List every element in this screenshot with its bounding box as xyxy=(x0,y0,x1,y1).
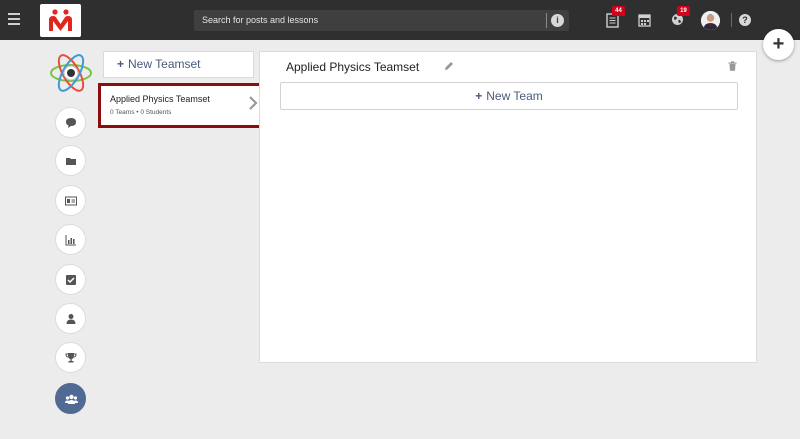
checkbox-icon xyxy=(66,275,76,285)
rail-idcard-button[interactable] xyxy=(55,185,86,216)
group-icon xyxy=(65,394,78,404)
teamset-meta: 0 Teams • 0 Students xyxy=(110,109,172,116)
user-avatar[interactable] xyxy=(701,11,720,30)
rail-achievements-button[interactable] xyxy=(55,342,86,373)
calendar-button[interactable] xyxy=(638,13,652,27)
rail-chart-button[interactable] xyxy=(55,224,86,255)
teamset-detail-panel: Applied Physics Teamset + New Team xyxy=(259,51,757,363)
hamburger-menu-icon[interactable] xyxy=(8,13,20,27)
trash-icon[interactable] xyxy=(728,61,737,71)
chart-icon xyxy=(65,235,76,246)
new-teamset-label: New Teamset xyxy=(128,57,201,71)
rail-groups-button[interactable] xyxy=(55,383,86,414)
topbar-separator xyxy=(731,13,732,27)
search-divider xyxy=(546,13,547,28)
help-icon[interactable]: ? xyxy=(739,14,751,26)
new-team-label: New Team xyxy=(486,89,543,103)
notifications-button[interactable]: 19 xyxy=(671,6,690,27)
search-input[interactable]: Search for posts and lessons xyxy=(202,15,318,25)
id-card-icon xyxy=(65,196,77,206)
posts-badge: 44 xyxy=(612,6,625,16)
rail-people-button[interactable] xyxy=(55,303,86,334)
chevron-right-icon xyxy=(249,96,258,110)
notifications-badge: 19 xyxy=(677,6,690,16)
posts-button[interactable]: 44 xyxy=(606,6,625,28)
top-navigation-bar: Search for posts and lessons i 44 19 ? xyxy=(0,0,800,40)
info-icon[interactable]: i xyxy=(551,14,564,27)
create-button[interactable]: + xyxy=(763,29,794,60)
trophy-icon xyxy=(65,353,77,363)
calendar-icon xyxy=(638,14,651,27)
pencil-icon[interactable] xyxy=(444,61,454,71)
rail-folder-button[interactable] xyxy=(55,145,86,176)
organization-logo[interactable] xyxy=(48,50,94,96)
rail-chat-button[interactable] xyxy=(55,107,86,138)
new-team-button[interactable]: + New Team xyxy=(280,82,738,110)
app-logo[interactable] xyxy=(40,4,81,37)
teamset-name: Applied Physics Teamset xyxy=(110,94,210,104)
user-icon xyxy=(66,314,76,324)
new-teamset-button[interactable]: + New Teamset xyxy=(103,51,254,78)
search-bar[interactable]: Search for posts and lessons i xyxy=(194,10,569,31)
rail-tasks-button[interactable] xyxy=(55,264,86,295)
panel-title: Applied Physics Teamset xyxy=(286,60,420,74)
chat-icon xyxy=(66,118,76,128)
folder-icon xyxy=(66,158,76,165)
teamset-list-item[interactable]: Applied Physics Teamset 0 Teams • 0 Stud… xyxy=(98,83,265,128)
plus-icon: + xyxy=(117,57,125,71)
plus-icon: + xyxy=(475,89,483,103)
